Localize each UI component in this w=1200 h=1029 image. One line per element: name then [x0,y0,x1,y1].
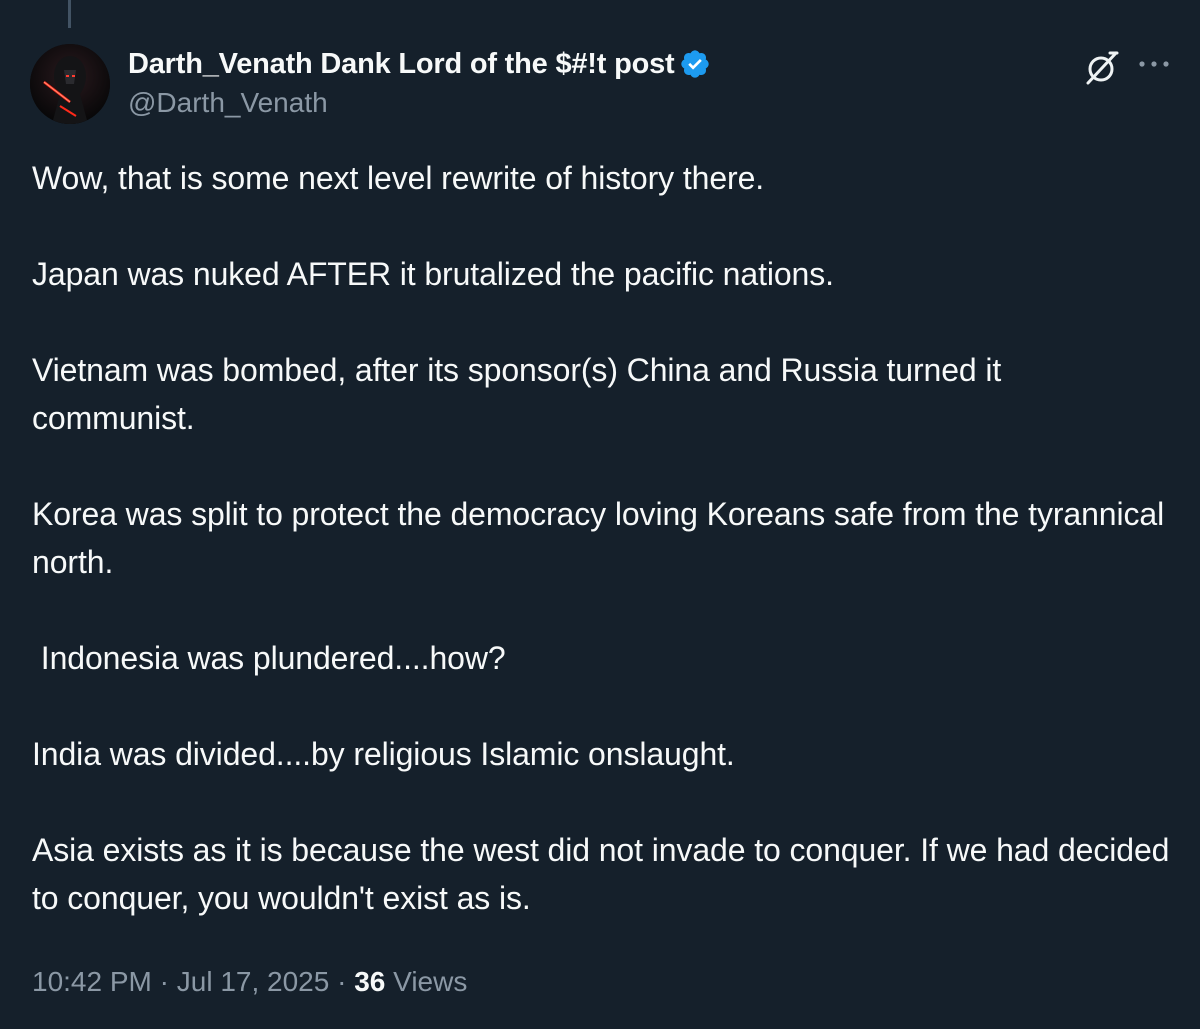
author-handle[interactable]: @Darth_Venath [128,87,328,119]
avatar[interactable] [30,44,110,124]
tweet-paragraph: Asia exists as it is because the west di… [32,832,1179,916]
meta-separator: · [329,966,355,997]
more-options-icon[interactable] [1136,54,1172,74]
author-display-name[interactable]: Darth_Venath Dank Lord of the $#!t post [128,48,675,81]
tweet-paragraph: Korea was split to protect the democracy… [32,496,1173,580]
tweet-paragraph: Wow, that is some next level rewrite of … [32,160,765,196]
author-name-row[interactable]: Darth_Venath Dank Lord of the $#!t post [128,46,711,82]
tweet-date[interactable]: Jul 17, 2025 [177,966,330,997]
thread-connector-line [68,0,71,28]
tweet-paragraph: Japan was nuked AFTER it brutalized the … [32,256,834,292]
avatar-image [30,44,110,124]
tweet-metadata: 10:42 PM · Jul 17, 2025 · 36 Views [32,960,467,1004]
grok-icon[interactable] [1082,47,1122,87]
meta-separator: · [151,966,177,997]
tweet-time[interactable]: 10:42 PM [32,966,152,997]
tweet-paragraph: Indonesia was plundered....how? [32,640,506,676]
tweet-paragraph: Vietnam was bombed, after its sponsor(s)… [32,352,1010,436]
tweet-paragraph: India was divided....by religious Islami… [32,736,735,772]
views-label: Views [393,966,468,997]
views-count: 36 [354,966,386,997]
verified-badge-icon [680,50,709,78]
tweet-text: Wow, that is some next level rewrite of … [32,154,1172,922]
